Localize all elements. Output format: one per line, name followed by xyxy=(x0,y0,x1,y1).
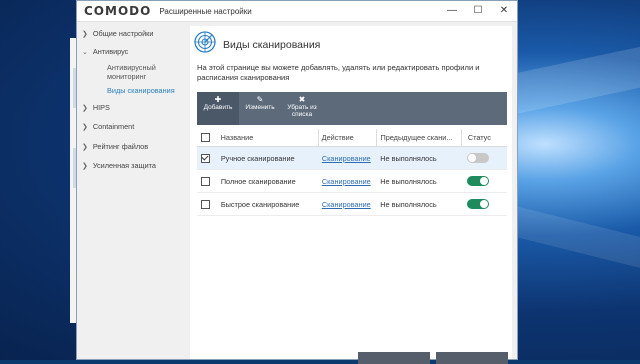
row-last-scan: Не выполнялось xyxy=(380,176,437,186)
sidebar-item-containment[interactable]: ❯ Containment xyxy=(82,122,134,131)
column-header-action[interactable]: Действие xyxy=(317,129,377,146)
main-panel: Виды сканирования На этой странице вы мо… xyxy=(190,26,512,359)
row-action-link[interactable]: Сканирование xyxy=(322,154,371,163)
cancel-button[interactable] xyxy=(436,352,508,364)
row-name: Полное сканирование xyxy=(220,176,296,186)
maximize-button[interactable]: ☐ xyxy=(465,1,491,21)
remove-button[interactable]: ✖ Убрать из списка xyxy=(281,92,323,125)
edit-button[interactable]: ✎ Изменить xyxy=(239,92,281,125)
column-header-status[interactable]: Статус xyxy=(460,129,507,146)
toolbar: ✚ Добавить ✎ Изменить ✖ Убрать из списка xyxy=(197,92,507,125)
chevron-right-icon: ❯ xyxy=(82,124,88,131)
table-row[interactable]: Быстрое сканирование Сканирование Не вып… xyxy=(197,193,507,216)
row-checkbox[interactable] xyxy=(201,176,211,186)
row-last-scan: Не выполнялось xyxy=(380,153,437,163)
remove-icon: ✖ xyxy=(298,95,306,104)
chevron-down-icon: ⌄ xyxy=(82,49,88,56)
status-toggle[interactable] xyxy=(467,199,490,209)
status-toggle[interactable] xyxy=(467,176,490,186)
table-row[interactable]: Полное сканирование Сканирование Не выпо… xyxy=(197,170,507,193)
row-name: Ручное сканирование xyxy=(220,153,295,163)
table-header: Название Действие Предыдущее скани... Ст… xyxy=(197,129,507,147)
chevron-right-icon: ❯ xyxy=(82,105,88,112)
sidebar: ❯ Общие настройки ⌄ Антивирус Антивирусный… xyxy=(77,22,188,359)
chevron-right-icon: ❯ xyxy=(82,163,88,170)
table-row[interactable]: Ручное сканирование Сканирование Не выпо… xyxy=(197,147,507,170)
page-description: На этой странице вы можете добавлять, уд… xyxy=(197,63,480,82)
row-last-scan: Не выполнялось xyxy=(380,199,437,209)
row-checkbox[interactable] xyxy=(201,153,211,163)
title-bar[interactable]: COMODO Расширенные настройки — ☐ ✕ xyxy=(77,1,517,22)
ok-button[interactable] xyxy=(358,352,430,364)
pencil-icon: ✎ xyxy=(256,95,264,104)
close-button[interactable]: ✕ xyxy=(491,1,517,21)
status-toggle[interactable] xyxy=(467,153,490,163)
scan-profiles-table: Название Действие Предыдущее скани... Ст… xyxy=(197,129,507,216)
minimize-button[interactable]: — xyxy=(439,1,465,21)
select-all-checkbox[interactable] xyxy=(201,133,211,142)
settings-window: COMODO Расширенные настройки — ☐ ✕ ❯ Общи… xyxy=(76,0,518,360)
column-header-last-scan[interactable]: Предыдущее скани... xyxy=(376,129,460,146)
add-button[interactable]: ✚ Добавить xyxy=(197,92,239,125)
window-title: Расширенные настройки xyxy=(159,6,252,16)
sidebar-item-file-rating[interactable]: ❯ Рейтинг файлов xyxy=(82,142,148,151)
chevron-right-icon: ❯ xyxy=(82,144,88,151)
radar-scan-icon xyxy=(194,31,216,53)
column-header-name[interactable]: Название xyxy=(215,129,318,146)
chevron-right-icon: ❯ xyxy=(82,31,88,38)
sidebar-item-general[interactable]: ❯ Общие настройки xyxy=(82,29,153,38)
row-action-link[interactable]: Сканирование xyxy=(322,177,371,186)
row-action-link[interactable]: Сканирование xyxy=(322,200,371,209)
plus-icon: ✚ xyxy=(214,95,222,104)
comodo-logo: COMODO xyxy=(84,4,152,18)
sidebar-item-realtime-monitoring[interactable]: Антивирусный мониторинг xyxy=(107,63,156,81)
sidebar-item-antivirus[interactable]: ⌄ Антивирус xyxy=(82,47,128,56)
sidebar-item-advanced-protection[interactable]: ❯ Усиленная защита xyxy=(82,161,156,170)
sidebar-item-scan-types[interactable]: Виды сканирования xyxy=(107,86,175,95)
page-title: Виды сканирования xyxy=(223,39,321,51)
row-name: Быстрое сканирование xyxy=(220,199,300,209)
sidebar-item-hips[interactable]: ❯ HIPS xyxy=(82,103,110,112)
row-checkbox[interactable] xyxy=(201,199,211,209)
